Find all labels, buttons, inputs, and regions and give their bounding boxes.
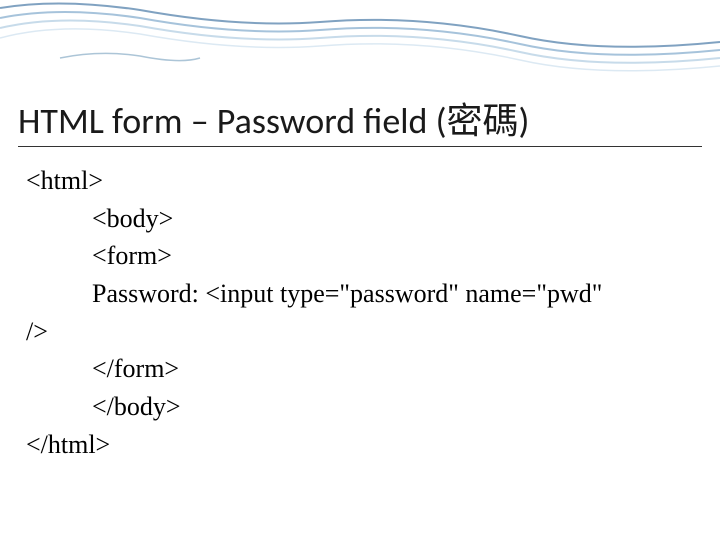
code-line-3: <form> — [26, 237, 609, 275]
slide-title: HTML form – Password field (密碼) — [18, 92, 529, 144]
wave-decoration — [0, 0, 720, 80]
code-block: <html> <body> <form> Password: <input ty… — [26, 162, 609, 464]
code-line-7: </body> — [26, 388, 609, 426]
code-line-6: </form> — [26, 350, 609, 388]
title-underline — [18, 146, 702, 147]
code-line-8: </html> — [26, 426, 609, 464]
code-line-4: Password: <input type="password" name="p… — [26, 275, 609, 313]
code-line-1: <html> — [26, 162, 609, 200]
code-line-2: <body> — [26, 200, 609, 238]
code-line-5: /> — [26, 313, 609, 351]
